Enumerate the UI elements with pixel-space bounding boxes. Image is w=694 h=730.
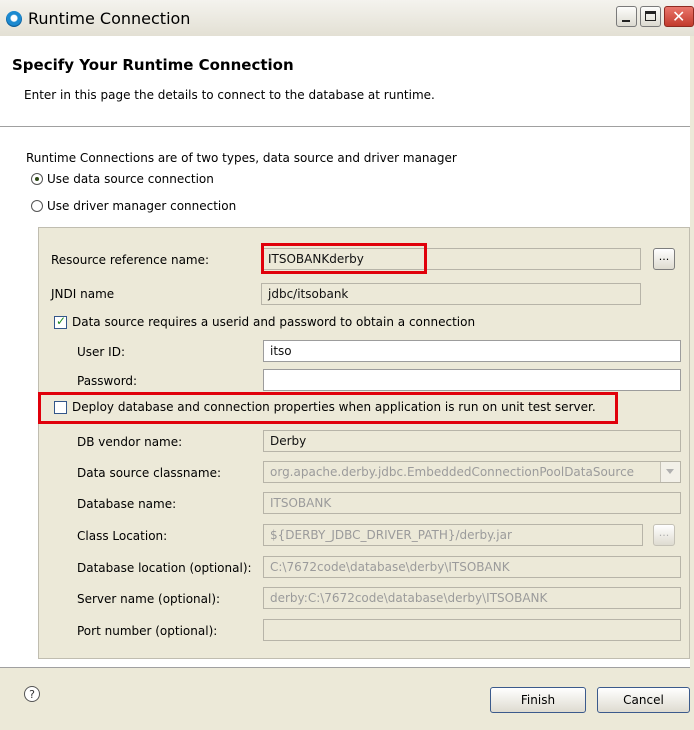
maximize-icon [645, 11, 656, 21]
resource-browse-button[interactable]: ... [653, 248, 675, 270]
classloc-field[interactable]: ${DERBY_JDBC_DRIVER_PATH}/derby.jar [263, 524, 643, 546]
resource-ref-field[interactable]: ITSOBANKderby [261, 248, 641, 270]
driver-manager-radio-label[interactable]: Use driver manager connection [47, 199, 236, 213]
close-button[interactable]: ✕ [664, 6, 694, 27]
data-source-group: Resource reference name: ITSOBANKderby .… [38, 227, 690, 659]
driver-manager-radio[interactable] [31, 200, 43, 212]
cancel-button[interactable]: Cancel [597, 687, 690, 713]
checkmark-icon: ✓ [56, 314, 67, 328]
requires-auth-label[interactable]: Data source requires a userid and passwo… [72, 315, 475, 329]
window-title: Runtime Connection [28, 9, 191, 28]
page-title: Specify Your Runtime Connection [12, 56, 294, 74]
chevron-down-icon[interactable] [660, 462, 680, 482]
wizard-content: Runtime Connections are of two types, da… [0, 127, 694, 667]
classname-value: org.apache.derby.jdbc.EmbeddedConnection… [270, 465, 635, 479]
jndi-field[interactable]: jdbc/itsobank [261, 283, 641, 305]
dbloc-field[interactable]: C:\7672code\database\derby\ITSOBANK [263, 556, 681, 578]
jndi-label: JNDI name [51, 287, 115, 301]
close-icon: ✕ [672, 7, 686, 26]
requires-auth-checkbox[interactable]: ✓ [54, 314, 67, 329]
deploy-label[interactable]: Deploy database and connection propertie… [72, 400, 596, 414]
data-source-radio[interactable] [31, 173, 43, 185]
runtime-connection-dialog: Runtime Connection ✕ Specify Your Runtim… [0, 0, 694, 730]
help-icon[interactable]: ? [24, 686, 40, 702]
wizard-banner: Specify Your Runtime Connection Enter in… [0, 36, 694, 127]
server-label: Server name (optional): [77, 592, 221, 606]
vendor-field[interactable]: Derby [263, 430, 681, 452]
password-field[interactable] [263, 369, 681, 391]
title-bar[interactable]: Runtime Connection ✕ [0, 0, 694, 37]
dbname-field[interactable]: ITSOBANK [263, 492, 681, 514]
vendor-label: DB vendor name: [77, 435, 183, 449]
classname-label: Data source classname: [77, 466, 221, 480]
port-label: Port number (optional): [77, 624, 218, 638]
userid-label: User ID: [77, 345, 125, 359]
app-icon [6, 11, 22, 27]
password-label: Password: [77, 374, 138, 388]
classloc-browse-button[interactable]: ... [653, 524, 675, 546]
minimize-button[interactable] [616, 6, 637, 27]
maximize-button[interactable] [640, 6, 661, 27]
connection-types-intro: Runtime Connections are of two types, da… [26, 151, 457, 165]
server-field[interactable]: derby:C:\7672code\database\derby\ITSOBAN… [263, 587, 681, 609]
finish-button[interactable]: Finish [490, 687, 586, 713]
data-source-radio-label[interactable]: Use data source connection [47, 172, 214, 186]
page-description: Enter in this page the details to connec… [24, 88, 435, 102]
port-field[interactable] [263, 619, 681, 641]
dbname-label: Database name: [77, 497, 177, 511]
classname-select[interactable]: org.apache.derby.jdbc.EmbeddedConnection… [263, 461, 681, 483]
minimize-icon [622, 20, 630, 22]
dbloc-label: Database location (optional): [77, 561, 252, 575]
deploy-checkbox[interactable] [54, 401, 67, 414]
classloc-label: Class Location: [77, 529, 168, 543]
resource-ref-label: Resource reference name: [51, 253, 210, 267]
userid-field[interactable]: itso [263, 340, 681, 362]
button-bar: ? Finish Cancel [0, 667, 694, 730]
window-right-border [690, 36, 694, 729]
